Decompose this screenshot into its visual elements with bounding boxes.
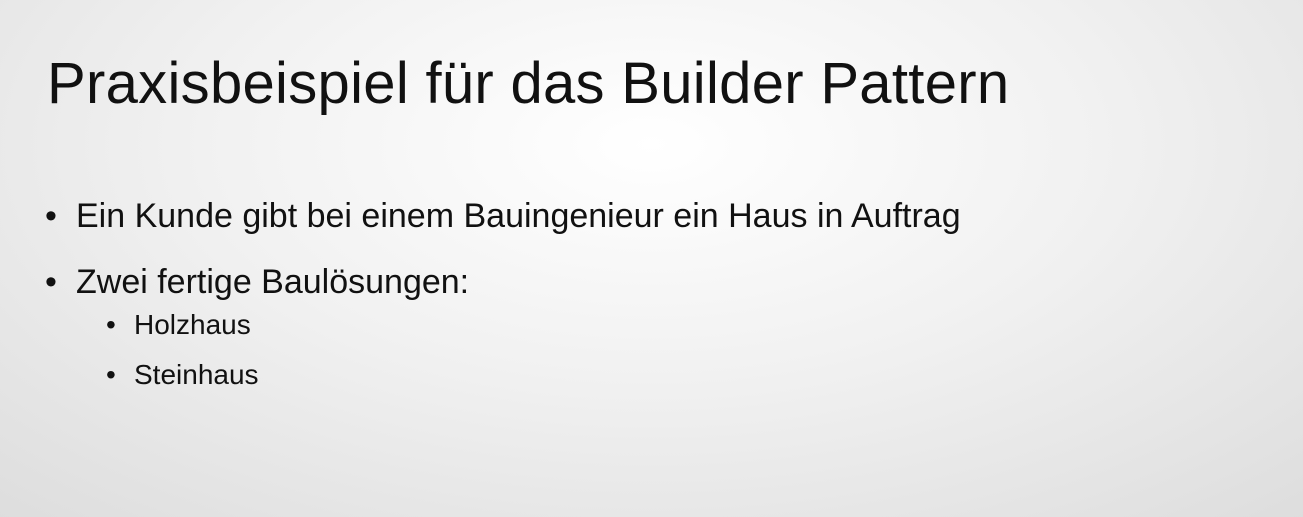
sub-bullet-dot: • — [106, 309, 116, 340]
sub-bullet-item: • Steinhaus — [106, 350, 961, 400]
bullet-item: • Zwei fertige Baulösungen: • Holzhaus •… — [45, 256, 961, 400]
sub-bullet-list: • Holzhaus • Steinhaus — [76, 300, 961, 400]
slide: Praxisbeispiel für das Builder Pattern •… — [0, 0, 1303, 517]
sub-bullet-text: Steinhaus — [134, 359, 259, 390]
bullet-dot: • — [45, 263, 57, 301]
bullet-text: Zwei fertige Baulösungen: — [76, 263, 470, 301]
bullet-item: • Ein Kunde gibt bei einem Bauingenieur … — [45, 190, 961, 242]
bullet-dot: • — [45, 197, 57, 235]
slide-title: Praxisbeispiel für das Builder Pattern — [47, 51, 1010, 116]
bullet-list: • Ein Kunde gibt bei einem Bauingenieur … — [45, 190, 961, 414]
bullet-text: Ein Kunde gibt bei einem Bauingenieur ei… — [76, 197, 961, 235]
sub-bullet-item: • Holzhaus — [106, 300, 961, 350]
sub-bullet-dot: • — [106, 359, 116, 390]
sub-bullet-text: Holzhaus — [134, 309, 251, 340]
